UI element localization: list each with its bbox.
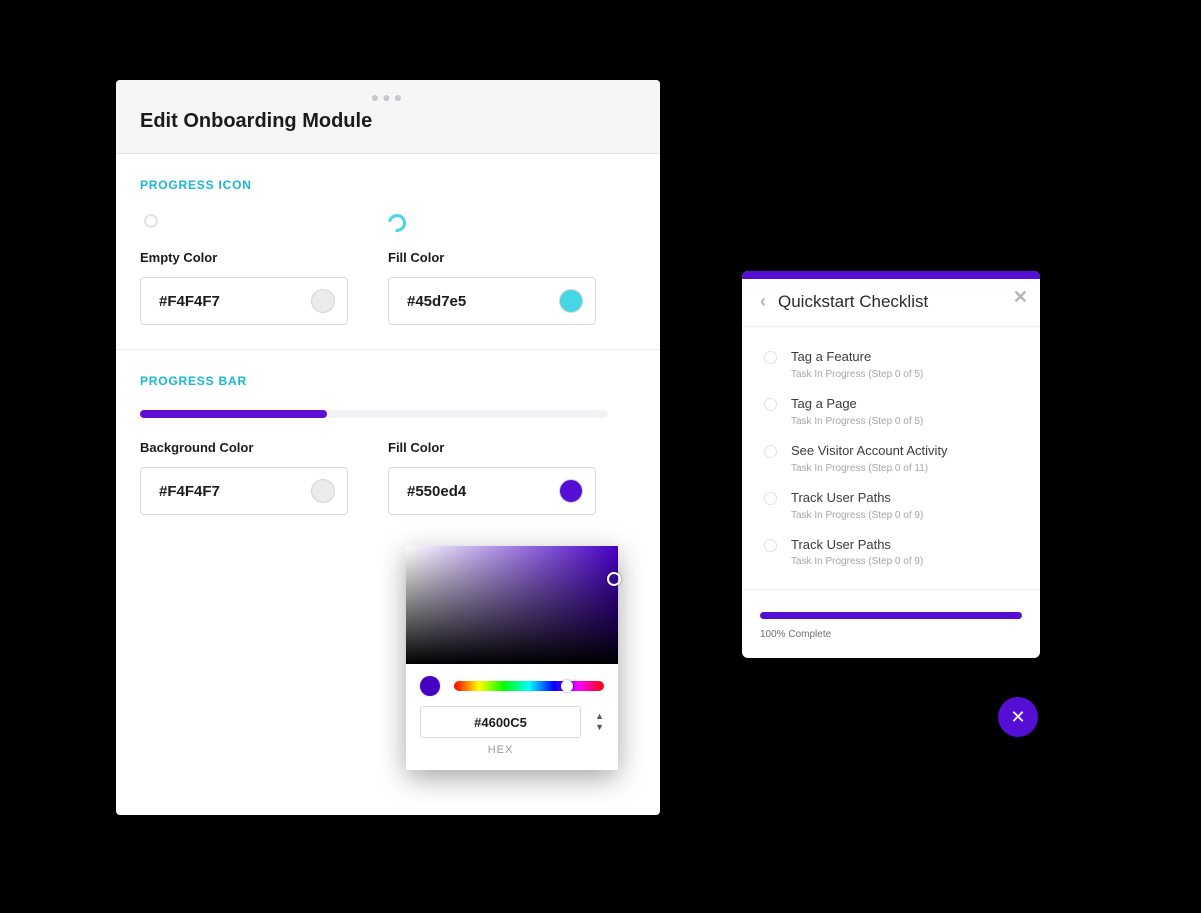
empty-color-value: #F4F4F7 [159,293,220,310]
checklist-progress-label: 100% Complete [760,629,1022,640]
background-color-label: Background Color [140,440,348,455]
checklist-item[interactable]: Track User Paths Task In Progress (Step 0… [742,482,1040,529]
checklist-item-subtitle: Task In Progress (Step 0 of 9) [791,556,923,567]
color-picker-hex-input[interactable] [420,706,581,738]
checklist-item-subtitle: Task In Progress (Step 0 of 9) [791,510,923,521]
color-picker-cursor[interactable] [607,572,621,586]
checklist-item-title: See Visitor Account Activity [791,443,948,460]
empty-color-swatch[interactable] [311,289,335,313]
progress-bar-preview-fill [140,410,327,418]
panel-title: Edit Onboarding Module [140,110,636,133]
fill-color-label: Fill Color [388,250,596,265]
progress-icon-fill-preview [384,210,409,235]
chevron-up-icon: ▲ [595,712,604,721]
color-picker-saturation-area[interactable] [406,546,618,664]
background-color-field: Background Color #F4F4F7 [140,440,348,515]
checklist-item[interactable]: See Visitor Account Activity Task In Prog… [742,435,1040,482]
background-color-swatch[interactable] [311,479,335,503]
background-color-input[interactable]: #F4F4F7 [140,467,348,515]
color-picker-format-label: HEX [420,744,581,756]
checklist-item-circle-icon [764,398,777,411]
progress-icon-section: PROGRESS ICON Empty Color #F4F4F7 Fill C… [116,154,660,350]
back-chevron-icon[interactable]: ‹ [760,291,766,312]
checklist-item-circle-icon [764,539,777,552]
progress-bar-preview [140,410,608,418]
empty-color-input[interactable]: #F4F4F7 [140,277,348,325]
checklist-progress-bar [760,612,1022,619]
checklist-item-circle-icon [764,492,777,505]
bar-fill-color-field: Fill Color #550ed4 [388,440,596,515]
progress-icon-empty-preview [144,214,158,228]
checklist-items: Tag a Feature Task In Progress (Step 0 of… [742,327,1040,590]
close-fab-button[interactable]: ✕ [998,697,1038,737]
checklist-item-subtitle: Task In Progress (Step 0 of 5) [791,369,923,380]
checklist-item-subtitle: Task In Progress (Step 0 of 11) [791,463,948,474]
color-picker-popover[interactable]: HEX ▲ ▼ [406,546,618,770]
checklist-footer: 100% Complete [742,590,1040,658]
progress-bar-section-label: PROGRESS BAR [140,374,636,388]
fill-color-input[interactable]: #45d7e5 [388,277,596,325]
background-color-value: #F4F4F7 [159,483,220,500]
checklist-item-title: Tag a Feature [791,349,923,366]
color-picker-format-toggle[interactable]: ▲ ▼ [595,712,604,732]
color-picker-hue-slider[interactable] [454,681,604,691]
fill-color-field: Fill Color #45d7e5 [388,214,596,325]
bar-fill-color-label: Fill Color [388,440,596,455]
empty-color-label: Empty Color [140,250,348,265]
quickstart-checklist-panel: ‹ Quickstart Checklist ✕ Tag a FeatureTa… [742,271,1040,658]
chevron-down-icon: ▼ [595,723,604,732]
fill-color-swatch[interactable] [559,289,583,313]
checklist-item-title: Track User Paths [791,537,923,554]
checklist-item-subtitle: Task In Progress (Step 0 of 5) [791,416,923,427]
checklist-item-circle-icon [764,351,777,364]
color-picker-current-swatch [420,676,440,696]
bar-fill-color-value: #550ed4 [407,483,466,500]
panel-header: ●●● Edit Onboarding Module [116,80,660,154]
bar-fill-color-swatch[interactable] [559,479,583,503]
progress-icon-section-label: PROGRESS ICON [140,178,636,192]
color-picker-hue-handle[interactable] [561,680,573,692]
checklist-item[interactable]: Tag a Feature Task In Progress (Step 0 of… [742,341,1040,388]
bar-fill-color-input[interactable]: #550ed4 [388,467,596,515]
fill-color-value: #45d7e5 [407,293,466,310]
checklist-item-circle-icon [764,445,777,458]
checklist-accent-bar [742,271,1040,279]
checklist-item[interactable]: Track User Paths Task In Progress (Step 0… [742,529,1040,576]
checklist-header: ‹ Quickstart Checklist ✕ [742,279,1040,327]
checklist-title: Quickstart Checklist [778,292,928,312]
drag-handle-icon[interactable]: ●●● [140,90,636,104]
close-icon: ✕ [1010,707,1025,728]
checklist-item-title: Track User Paths [791,490,923,507]
checklist-item[interactable]: Tag a Page Task In Progress (Step 0 of 5) [742,388,1040,435]
close-icon[interactable]: ✕ [1013,287,1028,308]
checklist-item-title: Tag a Page [791,396,923,413]
empty-color-field: Empty Color #F4F4F7 [140,214,348,325]
